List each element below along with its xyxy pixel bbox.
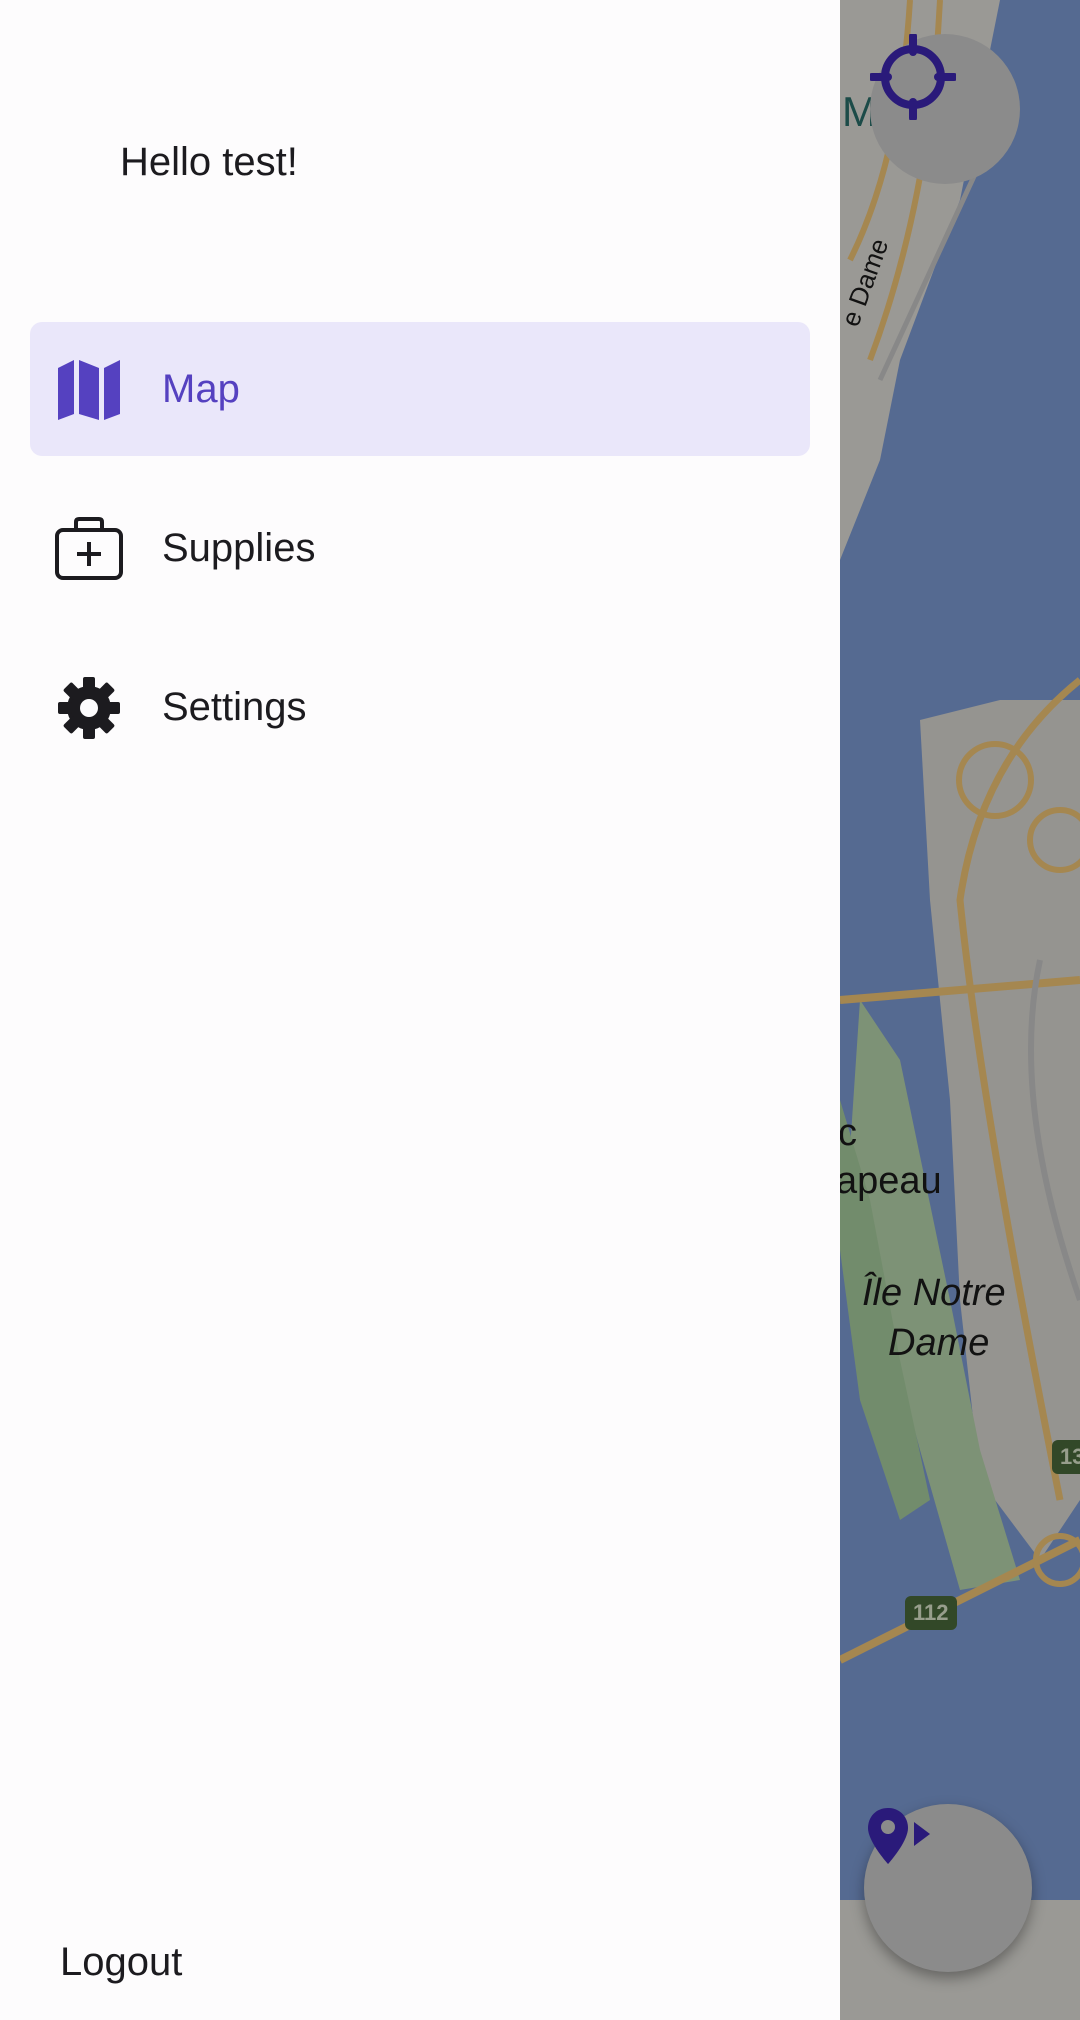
medical-bag-icon: [54, 514, 124, 584]
drawer-item-label-supplies: Supplies: [162, 525, 316, 570]
drawer-item-label-map: Map: [162, 366, 240, 411]
drawer-item-settings[interactable]: Settings: [30, 640, 810, 774]
drawer-item-supplies[interactable]: Supplies: [30, 481, 810, 615]
map-icon: [54, 355, 124, 425]
route-button[interactable]: [864, 1804, 1032, 1972]
gear-icon: [54, 673, 124, 743]
navigation-drawer: Hello test! Map Supplies Settings Logout: [0, 0, 840, 2020]
drawer-item-map[interactable]: Map: [30, 322, 810, 456]
location-arrow-icon: [868, 1808, 930, 1864]
crosshair-icon: [870, 34, 956, 120]
drawer-item-label-settings: Settings: [162, 684, 307, 729]
greeting-text: Hello test!: [120, 140, 298, 184]
logout-button[interactable]: Logout: [60, 1940, 182, 1985]
locate-button[interactable]: [870, 34, 1020, 184]
